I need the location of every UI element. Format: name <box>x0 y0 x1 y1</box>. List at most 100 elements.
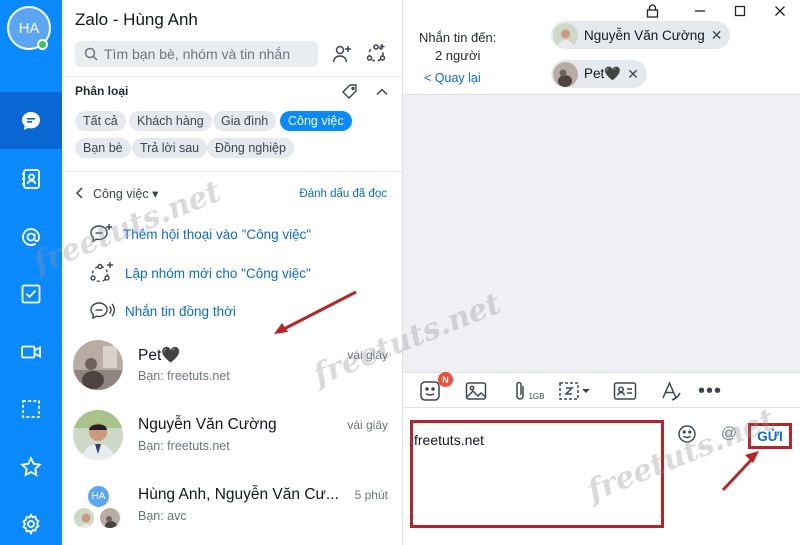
contact-card-button[interactable] <box>610 378 640 404</box>
emoji-button[interactable] <box>675 422 699 446</box>
lock-icon <box>646 4 658 18</box>
conversation-name: Nguyễn Văn Cường <box>138 416 277 433</box>
maximize-button[interactable] <box>729 2 751 20</box>
screenshot-icon <box>22 399 40 418</box>
annotation-arrow <box>721 451 759 492</box>
nav-messages-button[interactable] <box>0 92 62 149</box>
text-format-button[interactable] <box>656 378 686 404</box>
broadcast-message[interactable]: Nhắn tin đồng thời <box>89 300 236 322</box>
conversation-panel: Zalo - Hùng Anh Phân loại Tất cả Khách h… <box>62 0 403 545</box>
chip-reply-later[interactable]: Trả lời sau <box>132 138 208 158</box>
capture-button[interactable] <box>555 378 595 404</box>
image-icon <box>465 382 487 400</box>
close-icon <box>775 6 785 16</box>
back-link[interactable]: < Quay lại <box>424 71 481 85</box>
action-label: Lập nhóm mới cho "Công việc" <box>125 265 311 281</box>
search-icon <box>84 47 98 61</box>
recipients-label-line1: Nhắn tin đến: <box>419 30 497 45</box>
mention-button[interactable]: @ <box>717 422 741 446</box>
screenshot-icon <box>559 382 590 400</box>
chip-family[interactable]: Gia đình <box>213 111 277 131</box>
caret-down-icon: ▾ <box>152 187 159 201</box>
create-group-button[interactable] <box>362 40 390 68</box>
chip-work[interactable]: Công việc <box>280 111 352 131</box>
close-window-button[interactable] <box>769 2 791 20</box>
avatar <box>553 61 578 87</box>
annotation-arrow <box>274 290 357 334</box>
conversation-preview: Bạn: freetuts.net <box>138 439 230 453</box>
add-friend-button[interactable] <box>328 40 356 68</box>
emoji-icon <box>678 425 696 443</box>
tag-settings-icon <box>342 84 357 99</box>
conversation-item[interactable]: Nguyễn Văn Cường Bạn: freetuts.net vài g… <box>62 404 403 474</box>
chevron-left-icon[interactable] <box>75 186 85 200</box>
more-options-button[interactable]: ••• <box>695 378 725 404</box>
conversation-time: vài giây <box>347 418 388 432</box>
group-add-icon <box>366 44 386 62</box>
paperclip-icon <box>516 381 525 400</box>
avatar <box>98 506 122 530</box>
collapse-categories-button[interactable] <box>368 78 396 106</box>
close-icon[interactable]: ✕ <box>711 27 723 44</box>
conversation-name: Pet🖤 <box>138 347 181 364</box>
group-add-icon <box>90 262 113 283</box>
nav-favorites-button[interactable] <box>0 438 62 495</box>
recipient-name: Pet🖤 <box>584 66 622 81</box>
contact-card-icon <box>613 382 637 400</box>
recipient-name: Nguyễn Văn Cường <box>584 27 705 43</box>
close-icon[interactable]: ✕ <box>627 66 639 83</box>
star-icon <box>20 455 42 477</box>
nav-screenshot-button[interactable] <box>0 380 62 437</box>
app-title: Zalo - Hùng Anh <box>75 10 198 29</box>
minimize-button[interactable] <box>689 2 711 20</box>
at-sign-icon <box>22 227 40 246</box>
minimize-icon <box>695 10 705 12</box>
add-user-icon <box>332 45 351 63</box>
chevron-up-icon <box>376 88 388 96</box>
maximize-icon <box>734 5 746 17</box>
conversation-item[interactable]: HA Hùng Anh, Nguyễn Văn Cư... Bạn: avc 5… <box>62 474 403 544</box>
nav-contacts-button[interactable] <box>0 150 62 207</box>
add-conversation-to-work[interactable]: Thêm hội thoại vào "Công việc" <box>89 223 311 245</box>
chat-bubble-icon <box>22 111 40 130</box>
conversation-preview: Bạn: freetuts.net <box>138 369 230 383</box>
file-size-limit: 1GB <box>528 391 545 401</box>
online-status-dot <box>37 39 48 50</box>
attach-file-button[interactable]: 1GB <box>509 378 549 404</box>
divider <box>62 171 403 172</box>
recipients-label: Nhắn tin đến: 2 người <box>419 29 496 65</box>
sticker-icon <box>420 381 440 401</box>
nav-rail: HA <box>0 0 62 545</box>
nav-mentions-button[interactable] <box>0 208 62 265</box>
nav-video-button[interactable] <box>0 323 62 380</box>
chip-all[interactable]: Tất cả <box>75 111 126 131</box>
annotation-box <box>410 420 664 528</box>
mark-all-read-link[interactable]: Đánh dấu đã đọc <box>299 188 387 200</box>
action-label: Nhắn tin đồng thời <box>125 303 236 319</box>
image-button[interactable] <box>461 378 491 404</box>
recipient-chip: Pet🖤 ✕ <box>551 60 647 88</box>
chat-header: Nhắn tin đến: 2 người < Quay lại Nguyễn … <box>403 0 800 95</box>
search-input[interactable] <box>104 46 314 62</box>
categories-title: Phân loại <box>75 84 129 98</box>
chip-colleagues[interactable]: Đồng nghiệp <box>207 138 294 158</box>
chip-customers[interactable]: Khách hàng <box>129 111 212 131</box>
broadcast-icon <box>90 302 115 320</box>
create-group-for-work[interactable]: Lập nhóm mới cho "Công việc" <box>89 261 311 285</box>
contact-book-icon <box>22 168 40 189</box>
avatar <box>553 22 578 48</box>
user-initials: HA <box>18 19 40 37</box>
lock-window-button[interactable] <box>641 2 663 20</box>
chip-friends[interactable]: Bạn bè <box>75 138 131 158</box>
nav-settings-button[interactable] <box>0 495 62 545</box>
search-box[interactable] <box>75 41 318 67</box>
nav-todo-button[interactable] <box>0 265 62 322</box>
filter-dropdown[interactable]: Công việc ▾ <box>93 186 158 201</box>
filter-label: Công việc <box>93 187 149 201</box>
conversation-time: vài giây <box>347 348 388 362</box>
chat-panel: Nhắn tin đến: 2 người < Quay lại Nguyễn … <box>403 0 800 545</box>
notification-badge: N <box>438 372 453 387</box>
conversation-time: 5 phút <box>354 488 388 502</box>
conversation-name: Hùng Anh, Nguyễn Văn Cư... <box>138 486 339 503</box>
manage-tags-button[interactable] <box>336 78 364 106</box>
